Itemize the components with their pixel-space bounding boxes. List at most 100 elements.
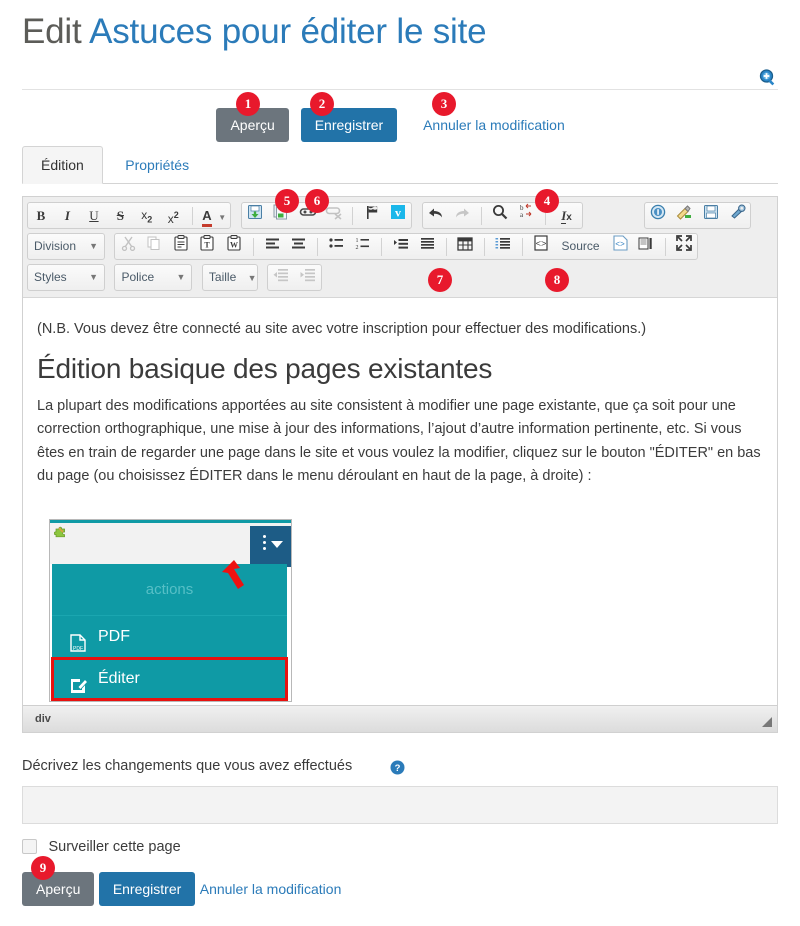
svg-text:W: W — [230, 241, 238, 250]
pdf-icon: PDF — [70, 627, 86, 652]
strikethrough-icon[interactable]: S — [109, 203, 131, 228]
replace-icon[interactable]: ba — [516, 203, 538, 228]
paste-word-icon[interactable]: W — [223, 234, 245, 259]
editor-resize-grip[interactable] — [762, 717, 772, 727]
editor-toolbar: B I U S x2 x2 A ▼ v b a Ix Division ▼ T … — [23, 197, 777, 298]
screenshot-menu-item-label: PDF — [98, 628, 130, 645]
screenshot-menu-item-editer[interactable]: Éditer I — [51, 657, 288, 701]
rich-text-editor: B I U S x2 x2 A ▼ v b a Ix Division ▼ T … — [22, 196, 778, 733]
annotation-badge-5: 5 — [275, 189, 299, 213]
annotation-badge-6: 6 — [305, 189, 329, 213]
edit-icon — [70, 669, 89, 693]
edit-plugin-icon[interactable] — [673, 203, 695, 228]
svg-text:PDF: PDF — [73, 646, 83, 652]
bold-icon[interactable]: B — [30, 203, 52, 228]
watch-page-checkbox[interactable] — [22, 839, 37, 855]
tools-icon[interactable] — [726, 203, 748, 228]
table-of-contents-icon[interactable] — [492, 234, 514, 259]
preview-button-bottom[interactable]: Aperçu — [22, 872, 95, 906]
header-divider — [22, 89, 778, 90]
puzzle-icon — [53, 525, 68, 539]
font-select[interactable]: Police ▼ — [114, 264, 193, 291]
svg-text:2: 2 — [356, 245, 359, 251]
help-icon[interactable]: ? — [390, 760, 405, 775]
toolbar-group-indent — [267, 264, 322, 291]
toolbar-row-3: Styles ▼ Police ▼ Taille ▼ — [27, 262, 773, 293]
styles-select-value: Styles — [34, 270, 67, 284]
text-color-icon[interactable]: A ▼ — [200, 203, 228, 228]
toolbar-separator — [381, 237, 383, 256]
toolbar-separator — [445, 237, 447, 256]
align-center-icon[interactable] — [288, 234, 310, 259]
undo-icon[interactable] — [425, 203, 447, 228]
page-break-icon[interactable] — [635, 234, 657, 259]
styles-select[interactable]: Styles ▼ — [27, 264, 105, 291]
find-icon[interactable] — [489, 203, 511, 228]
bottom-action-row: Aperçu Enregistrer Annuler la modificati… — [22, 872, 778, 908]
underline-icon[interactable]: U — [83, 203, 105, 228]
paste-icon[interactable] — [170, 234, 192, 259]
size-select[interactable]: Taille ▼ — [201, 264, 258, 291]
tab-proprietes[interactable]: Propriétés — [107, 147, 207, 185]
toolbar-separator — [191, 206, 193, 225]
toolbar-separator — [252, 237, 254, 256]
button-gap — [402, 108, 419, 109]
elements-path-bar[interactable]: div — [23, 705, 777, 732]
embedded-screenshot-image[interactable]: actions PDF PDF Éditer I — [49, 519, 292, 702]
annotation-badge-4: 4 — [535, 189, 559, 213]
annotation-badge-7: 7 — [428, 268, 452, 292]
toolbar-group-basic-styles: B I U S x2 x2 A ▼ — [27, 202, 232, 229]
anchor-icon[interactable] — [361, 203, 383, 228]
screenshot-menu-item-pdf[interactable]: PDF PDF — [52, 616, 287, 658]
toolbar-separator — [352, 206, 354, 225]
decrease-indent-icon — [270, 265, 292, 290]
cancel-edit-link-bottom[interactable]: Annuler la modification — [200, 872, 342, 906]
table-icon[interactable] — [454, 234, 476, 259]
save-icon[interactable] — [700, 203, 722, 228]
watch-page-label: Surveiller cette page — [48, 838, 181, 855]
maximize-icon[interactable] — [673, 234, 695, 259]
toolbar-separator — [480, 206, 482, 225]
superscript-icon[interactable]: x2 — [162, 203, 184, 228]
save-draft-icon[interactable] — [244, 203, 266, 228]
editor-tabs: Édition Propriétés — [22, 146, 778, 184]
justify-icon[interactable] — [416, 234, 438, 259]
toolbar-row-2: Division ▼ T W 1 2 <> Source <> — [27, 231, 773, 262]
content-note: (N.B. Vous devez être connecté au site a… — [37, 321, 647, 337]
paragraph-format-select[interactable]: Division ▼ — [27, 233, 105, 260]
toolbar-group-tools — [643, 202, 752, 229]
svg-text:<>: <> — [615, 241, 625, 250]
zoom-in-icon[interactable] — [758, 68, 778, 88]
toolbar-group-clipboard: T W 12 <> Source <> — [114, 233, 699, 260]
indent-icon[interactable] — [390, 234, 412, 259]
svg-text:<>: <> — [536, 240, 547, 250]
bulleted-list-icon[interactable] — [326, 234, 348, 259]
chevron-down-icon: ▼ — [89, 272, 98, 282]
watch-page-row[interactable]: Surveiller cette page — [22, 838, 181, 856]
subscript-icon[interactable]: x2 — [136, 203, 158, 228]
numbered-list-icon[interactable]: 12 — [352, 234, 374, 259]
redo-icon — [451, 203, 473, 228]
about-icon[interactable] — [647, 203, 669, 228]
tab-edition[interactable]: Édition — [22, 146, 103, 184]
copy-icon — [144, 234, 166, 259]
align-left-icon[interactable] — [261, 234, 283, 259]
italic-icon[interactable]: I — [56, 203, 78, 228]
source-button-label[interactable]: Source — [557, 234, 605, 259]
svg-text:T: T — [205, 241, 211, 250]
paste-text-icon[interactable]: T — [197, 234, 219, 259]
source-dialog-icon[interactable]: <> — [609, 234, 631, 259]
save-button-bottom[interactable]: Enregistrer — [98, 872, 196, 906]
toolbar-separator — [483, 237, 485, 256]
kebab-dots-icon — [263, 535, 266, 538]
svg-text:1: 1 — [356, 238, 359, 244]
annotation-badge-2: 2 — [310, 92, 334, 116]
annotation-badge-9: 9 — [31, 856, 55, 880]
describe-changes-input[interactable] — [22, 786, 778, 824]
source-icon[interactable]: <> — [530, 234, 552, 259]
red-arrow-annotation — [222, 560, 244, 589]
page-title-prefix: Edit — [22, 12, 82, 51]
toolbar-group-history: ba Ix — [421, 202, 583, 229]
vimeo-icon[interactable]: v — [387, 203, 409, 228]
paragraph-format-value: Division — [34, 239, 77, 253]
